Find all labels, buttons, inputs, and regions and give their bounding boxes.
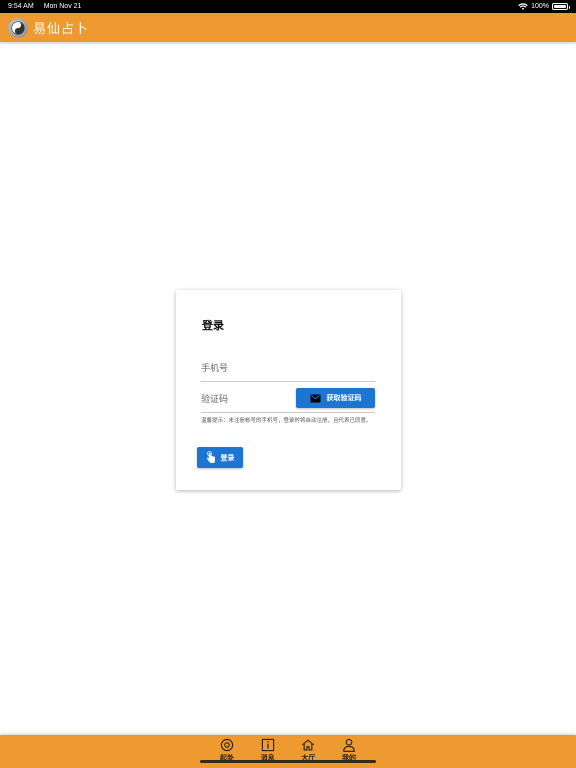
login-title: 登录 (202, 319, 224, 332)
touch-hand-icon (206, 451, 215, 463)
mail-icon (310, 394, 320, 402)
status-date: Mon Nov 21 (43, 3, 82, 10)
home-icon (302, 739, 315, 751)
notice-text: 温馨提示：未注册帐号的手机号，登录时将自动注册，且代表已同意。 (201, 418, 372, 424)
login-card: 登录 获取验证码 温馨提示：未注册帐号的手机号，登录时将自动注册，且代表已同意。… (176, 290, 401, 490)
battery-percent: 100% (531, 3, 549, 10)
bottom-nav: 起卦 消息 大厅 我的 (0, 735, 576, 768)
battery-icon (552, 3, 570, 10)
get-code-button[interactable]: 获取验证码 (296, 388, 375, 408)
yin-yang-logo-icon[interactable] (8, 17, 28, 38)
login-button[interactable]: 登录 (197, 447, 243, 468)
person-icon (343, 738, 355, 752)
status-bar: 9:54 AM Mon Nov 21 100% (0, 0, 576, 13)
status-time: 9:54 AM (8, 3, 34, 10)
get-code-label: 获取验证码 (326, 394, 362, 402)
status-right: 100% (518, 2, 570, 11)
info-icon (261, 738, 274, 752)
phone-number-input[interactable] (201, 357, 375, 382)
app-title: 易仙占卜 (33, 22, 90, 37)
wifi-icon (518, 2, 528, 10)
app-bar: 易仙占卜 (0, 13, 576, 42)
circle-target-icon (220, 738, 234, 752)
home-indicator (200, 760, 376, 763)
login-button-label: 登录 (220, 453, 235, 462)
